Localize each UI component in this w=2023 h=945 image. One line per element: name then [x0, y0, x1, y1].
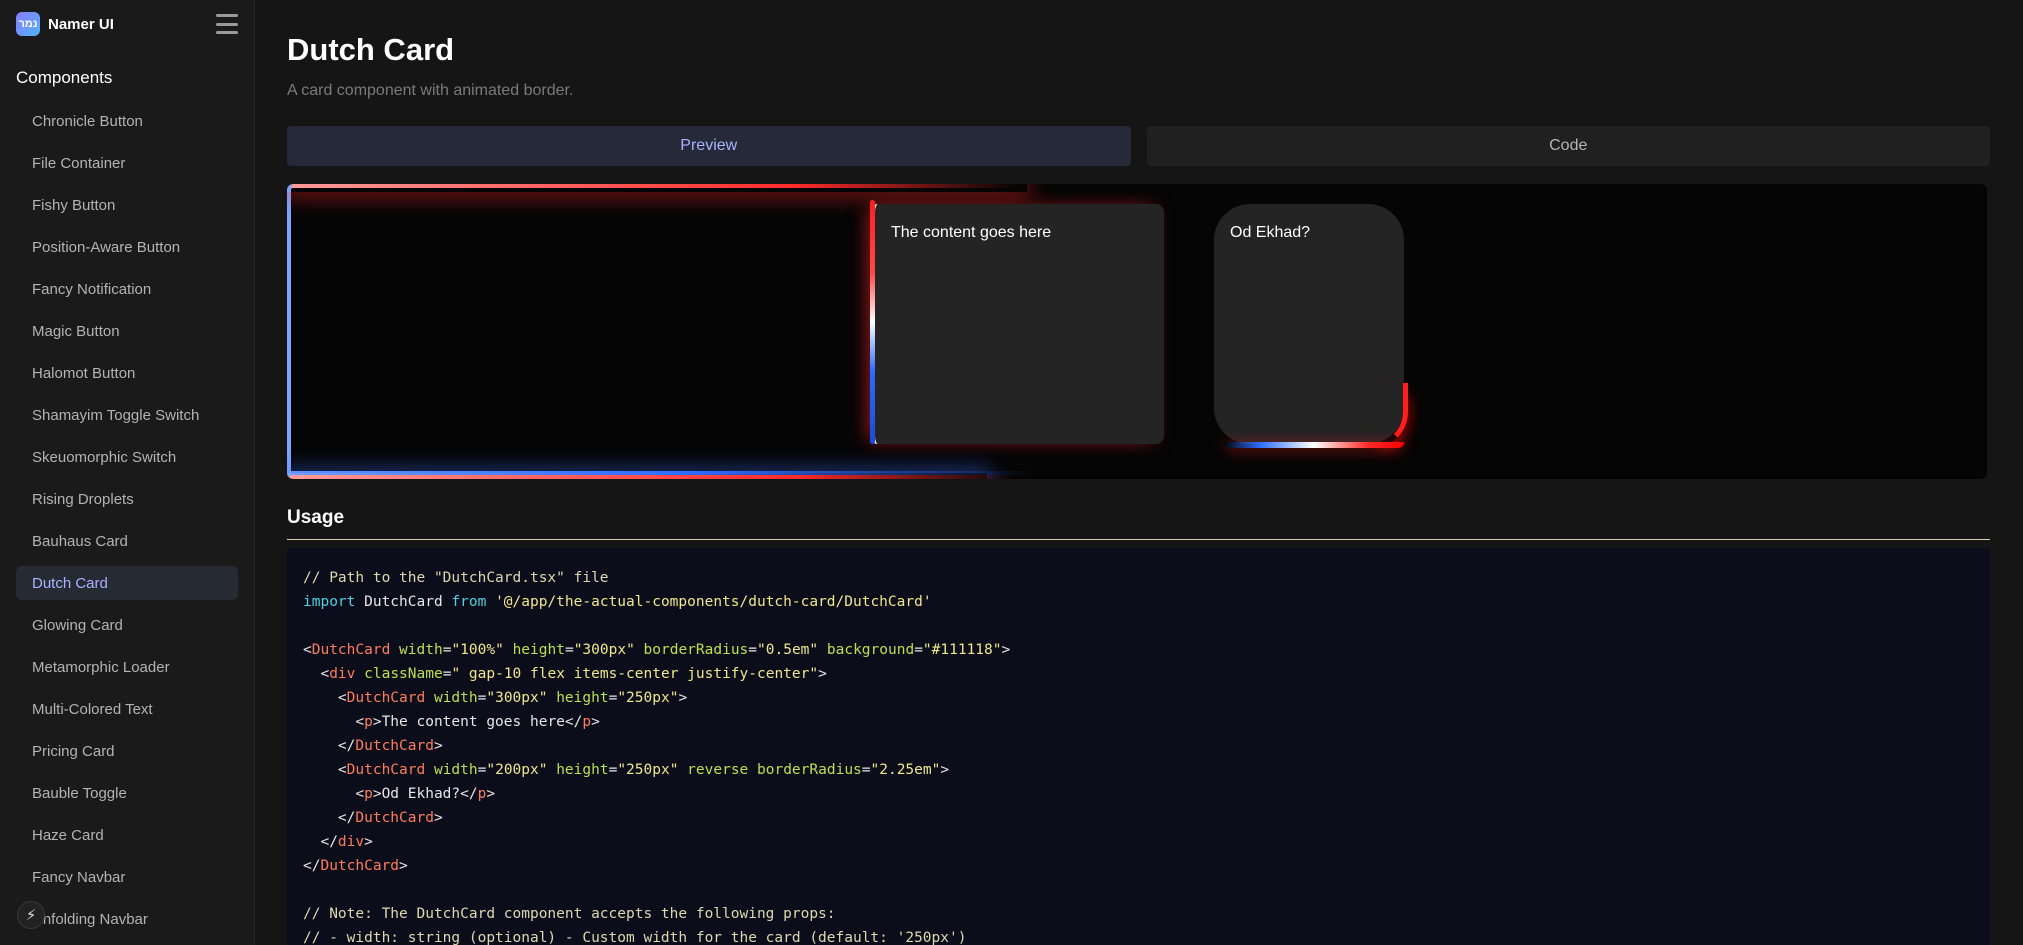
page-subtitle: A card component with animated border. — [287, 82, 574, 99]
sidebar-item-halomot-button[interactable]: Halomot Button — [16, 356, 238, 390]
sidebar-item-fancy-navbar[interactable]: Fancy Navbar — [16, 860, 238, 894]
sidebar-item-position-aware-button[interactable]: Position-Aware Button — [16, 230, 238, 264]
code-block[interactable]: // Path to the "DutchCard.tsx" file impo… — [287, 548, 1990, 945]
dutch-card-preview-1: The content goes here — [870, 200, 1164, 444]
brand-logo-icon: נמר — [16, 12, 40, 36]
sidebar-item-unfolding-navbar[interactable]: Unfolding Navbar — [16, 902, 238, 936]
sidebar-item-pricing-card[interactable]: Pricing Card — [16, 734, 238, 768]
sidebar-item-haze-card[interactable]: Haze Card — [16, 818, 238, 852]
card-text: The content goes here — [891, 224, 1052, 241]
bolt-icon[interactable]: ⚡ — [17, 901, 45, 929]
tab-code[interactable]: Code — [1146, 126, 1990, 166]
sidebar-item-rising-droplets[interactable]: Rising Droplets — [16, 482, 238, 516]
tab-bar: Preview Code — [287, 126, 1990, 166]
sidebar-nav: Chronicle Button File Container Fishy Butt… — [0, 104, 254, 936]
sidebar-item-dutch-card[interactable]: Dutch Card — [16, 566, 238, 600]
sidebar-item-multi-colored-text[interactable]: Multi-Colored Text — [16, 692, 238, 726]
sidebar-item-shamayim-toggle-switch[interactable]: Shamayim Toggle Switch — [16, 398, 238, 432]
sidebar-item-bauble-toggle[interactable]: Bauble Toggle — [16, 776, 238, 810]
sidebar-item-metamorphic-loader[interactable]: Metamorphic Loader — [16, 650, 238, 684]
sidebar-item-fishy-button[interactable]: Fishy Button — [16, 188, 238, 222]
sidebar-item-chronicle-button[interactable]: Chronicle Button — [16, 104, 238, 138]
brand-name: Namer UI — [48, 15, 114, 33]
sidebar-item-magic-button[interactable]: Magic Button — [16, 314, 238, 348]
dutch-card-preview-2: Od Ekhad? — [1214, 204, 1408, 448]
sidebar-section-title: Components — [16, 68, 113, 87]
sidebar-item-file-container[interactable]: File Container — [16, 146, 238, 180]
card-text: Od Ekhad? — [1230, 224, 1311, 241]
hamburger-menu-icon[interactable] — [216, 14, 238, 34]
sidebar-item-skeuomorphic-switch[interactable]: Skeuomorphic Switch — [16, 440, 238, 474]
page-title: Dutch Card — [287, 32, 455, 67]
main-content: Dutch Card A card component with animate… — [255, 0, 2023, 945]
sidebar-item-bauhaus-card[interactable]: Bauhaus Card — [16, 524, 238, 558]
tab-preview[interactable]: Preview — [287, 126, 1131, 166]
app-root: נמר Namer UI Components Chronicle Button… — [0, 0, 2023, 945]
border-glow-bottom — [287, 473, 987, 479]
border-glow-top — [287, 184, 1027, 192]
sidebar: נמר Namer UI Components Chronicle Button… — [0, 0, 255, 945]
sidebar-item-fancy-notification[interactable]: Fancy Notification — [16, 272, 238, 306]
sidebar-item-glowing-card[interactable]: Glowing Card — [16, 608, 238, 642]
usage-heading: Usage — [287, 507, 1990, 540]
preview-panel: The content goes here Od Ekhad? — [287, 184, 1987, 479]
